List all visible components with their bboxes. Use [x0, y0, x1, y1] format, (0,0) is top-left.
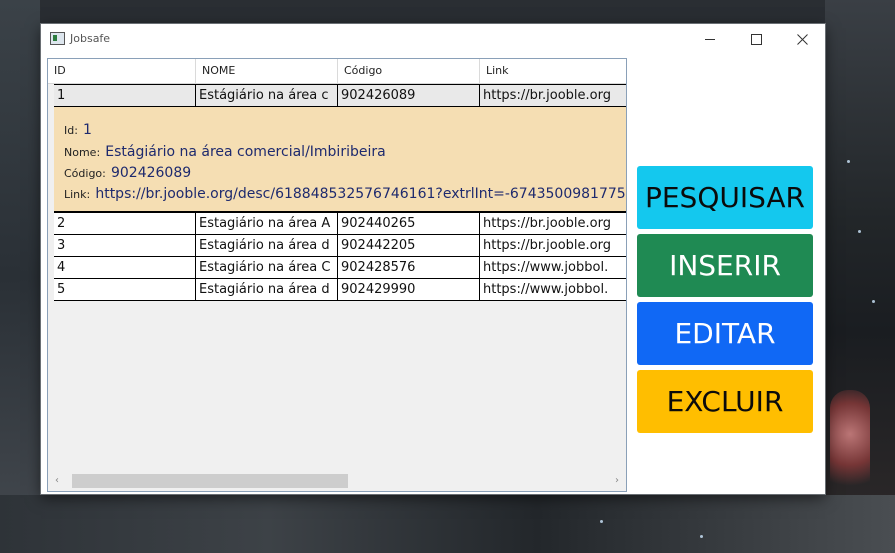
title-bar[interactable]: Jobsafe — [41, 24, 825, 54]
jobs-data-grid[interactable]: ID NOME Código Link 1 Estágiário na área… — [47, 58, 627, 492]
scroll-right-icon[interactable]: › — [608, 472, 626, 490]
pesquisar-button[interactable]: PESQUISAR — [637, 166, 813, 229]
window-title: Jobsafe — [70, 32, 111, 45]
details-codigo-line: Código: 902426089 — [64, 162, 191, 181]
details-link-value: https://br.jooble.org/desc/6188485325767… — [95, 186, 626, 202]
cell-codigo: 902426089 — [338, 85, 480, 106]
grid-header: ID NOME Código Link — [48, 59, 626, 84]
desktop-light — [600, 520, 603, 523]
details-nome-label: Nome: — [64, 146, 101, 159]
column-header-link[interactable]: Link — [480, 59, 626, 83]
inserir-button[interactable]: INSERIR — [637, 234, 813, 297]
desktop-light — [700, 535, 703, 538]
details-nome-value: Estágiário na área comercial/Imbiribeira — [105, 144, 386, 160]
details-link-line: Link: https://br.jooble.org/desc/6188485… — [64, 183, 626, 202]
desktop-background-left — [0, 0, 40, 553]
table-row[interactable]: 3 Estagiário na área d 902442205 https:/… — [54, 235, 626, 257]
table-row[interactable]: 5 Estagiário na área d 902429990 https:/… — [54, 279, 626, 301]
table-row[interactable]: 2 Estagiário na área A 902440265 https:/… — [54, 212, 626, 235]
table-row-selected[interactable]: 1 Estágiário na área c 902426089 https:/… — [54, 84, 626, 107]
close-button[interactable] — [779, 24, 825, 54]
desktop-light — [847, 160, 850, 163]
details-codigo-label: Código: — [64, 167, 106, 180]
cell-codigo: 902440265 — [338, 213, 480, 234]
cell-link: https://br.jooble.org — [483, 88, 611, 103]
cell-nome: Estagiário na área C — [196, 257, 338, 278]
details-id-label: Id: — [64, 124, 78, 137]
close-icon — [796, 33, 808, 45]
row-details-panel: Id: 1 Nome: Estágiário na área comercial… — [54, 107, 626, 212]
cell-link: https://br.jooble.org — [483, 216, 611, 231]
desktop-neon-sign — [830, 390, 870, 500]
cell-id: 1 — [54, 85, 196, 106]
maximize-button[interactable] — [733, 24, 779, 54]
cell-link: https://br.jooble.org — [483, 238, 611, 253]
details-codigo-value: 902426089 — [110, 165, 192, 181]
cell-id: 4 — [54, 257, 196, 278]
cell-nome: Estagiário na área d — [196, 279, 338, 300]
minimize-button[interactable] — [687, 24, 733, 54]
cell-link: https://www.jobbol. — [483, 260, 609, 275]
app-window: Jobsafe ID NOME Código Link 1 Estágiário… — [41, 24, 825, 494]
scroll-left-icon[interactable]: ‹ — [48, 472, 66, 490]
desktop-light — [872, 300, 875, 303]
editar-button[interactable]: EDITAR — [637, 302, 813, 365]
cell-nome: Estagiário na área A — [196, 213, 338, 234]
scroll-thumb[interactable] — [72, 474, 348, 488]
cell-codigo: 902442205 — [338, 235, 480, 256]
cell-id: 3 — [54, 235, 196, 256]
cell-nome: Estágiário na área c — [196, 85, 338, 106]
column-header-codigo[interactable]: Código — [338, 59, 480, 83]
cell-codigo: 902428576 — [338, 257, 480, 278]
cell-id: 5 — [54, 279, 196, 300]
desktop-background-bottom — [0, 495, 895, 553]
app-icon — [50, 32, 65, 45]
maximize-icon — [750, 33, 762, 45]
cell-nome: Estagiário na área d — [196, 235, 338, 256]
horizontal-scrollbar[interactable]: ‹ › — [48, 472, 626, 490]
details-id-value: 1 — [83, 122, 92, 138]
cell-id: 2 — [54, 213, 196, 234]
client-area: ID NOME Código Link 1 Estágiário na área… — [41, 54, 825, 494]
cell-link: https://www.jobbol. — [483, 282, 609, 297]
column-header-id[interactable]: ID — [48, 59, 196, 83]
details-id-line: Id: 1 — [64, 119, 92, 138]
details-link-label: Link: — [64, 188, 91, 201]
details-nome-line: Nome: Estágiário na área comercial/Imbir… — [64, 141, 386, 160]
column-header-nome[interactable]: NOME — [196, 59, 338, 83]
table-row[interactable]: 4 Estagiário na área C 902428576 https:/… — [54, 257, 626, 279]
excluir-button[interactable]: EXCLUIR — [637, 370, 813, 433]
minimize-icon — [705, 38, 715, 40]
desktop-light — [858, 230, 861, 233]
cell-codigo: 902429990 — [338, 279, 480, 300]
